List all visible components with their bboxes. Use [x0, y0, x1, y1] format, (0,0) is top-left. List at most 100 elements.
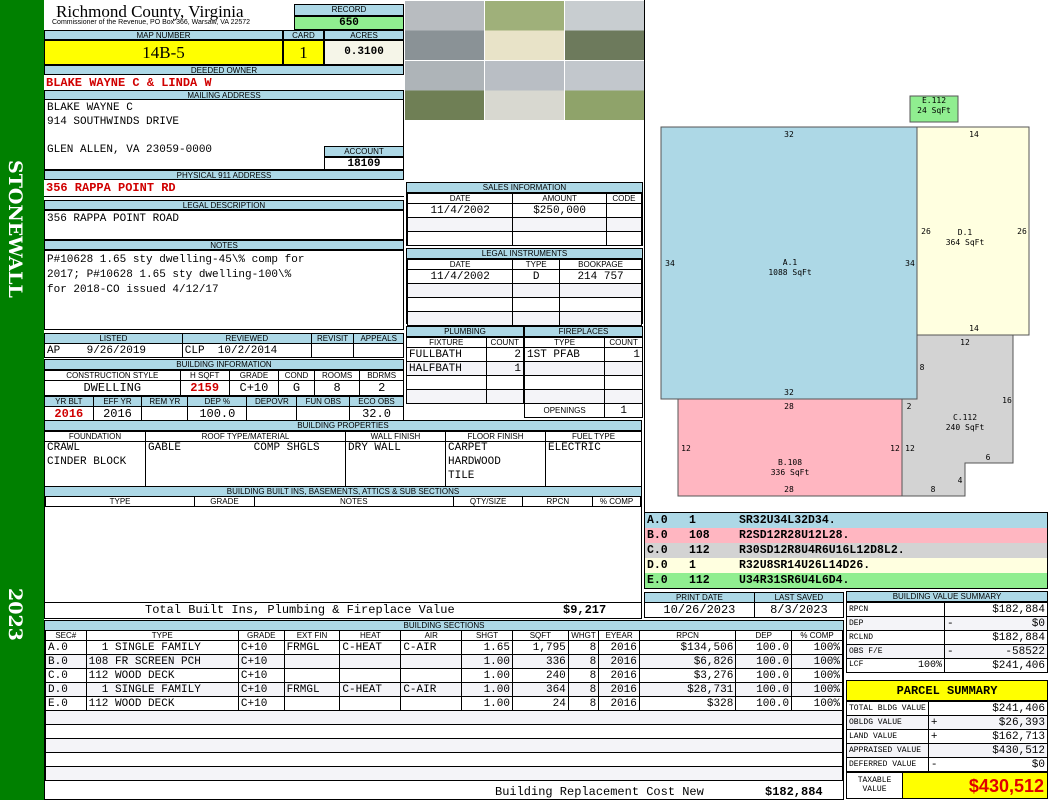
value-cell: 8 — [313, 380, 361, 396]
table-row: HALFBATH 1 — [406, 361, 525, 376]
table-cell — [406, 217, 514, 232]
code-field: 108 — [689, 529, 710, 542]
table-cell: 112 WOOD DECK — [85, 668, 239, 683]
property-photo[interactable] — [565, 61, 644, 120]
legal-label: LEGAL DESCRIPTION — [44, 200, 404, 210]
physical-address: 356 RAPPA POINT RD — [46, 181, 176, 195]
table-cell — [86, 766, 239, 781]
table-cell: FRMGL — [283, 682, 341, 697]
column-header: GRADE — [194, 496, 255, 507]
table-cell — [568, 710, 599, 725]
built-ins: BUILDING BUILT INS, BASEMENTS, ATTICS & … — [44, 486, 642, 619]
parcel-summary-label: OBLDG VALUE — [847, 715, 929, 730]
record-number: 650 — [294, 16, 404, 30]
parcel-summary-value: $162,713 — [942, 729, 1047, 744]
table-cell — [598, 766, 640, 781]
column-header: APPEALS — [353, 333, 404, 344]
summary-value: $182,884 — [958, 630, 1048, 645]
table-cell — [461, 766, 513, 781]
table-cell: C+10 — [237, 640, 285, 655]
note-line: 2017; P#10628 1.65 sty dwelling-100\% — [47, 269, 292, 281]
table-row: B.0 108 FR SCREEN PCH C+10 1.00 336 8 2016 $6,8… — [45, 654, 843, 669]
table-cell — [45, 752, 87, 767]
parcel-summary-sign — [927, 701, 943, 716]
table-cell: 1.00 — [461, 696, 513, 711]
table-cell — [639, 766, 736, 781]
dimension-label: 14 — [969, 130, 979, 139]
property-photo[interactable] — [485, 61, 564, 120]
map-label: MAP NUMBER — [44, 30, 283, 40]
table-cell — [400, 668, 463, 683]
table-row: A.0 1 SINGLE FAMILY C+10 FRMGL C-HEAT C-AIR 1… — [45, 640, 843, 655]
table-cell: C-AIR — [400, 682, 463, 697]
dimension-label: 14 — [969, 324, 979, 333]
plumbing: PLUMBING FIXTURE COUNT FULLBATH 2 HALFBATH 1 — [406, 326, 525, 404]
table-row — [406, 375, 525, 390]
parcel-summary-value: $0 — [942, 757, 1047, 772]
table-row: 1ST PFAB 1 — [523, 347, 643, 362]
listed: AP 9/26/2019 — [44, 343, 183, 358]
table-cell: 1.00 — [461, 668, 513, 683]
property-photo[interactable] — [565, 1, 644, 60]
table-cell — [512, 724, 569, 739]
column-header: GRADE — [237, 630, 285, 641]
table-cell — [791, 752, 843, 767]
table-cell — [339, 724, 401, 739]
table-cell — [45, 738, 87, 753]
table-cell — [339, 710, 401, 725]
table-cell: 336 — [511, 654, 569, 669]
column-header: QTY/SIZE — [452, 496, 524, 507]
table-cell: C-AIR — [400, 640, 463, 655]
column-header: COND — [278, 370, 315, 381]
area-id: B.108 — [778, 458, 802, 467]
area-id: E.112 — [922, 96, 946, 105]
table-cell: 112 WOOD DECK — [85, 696, 239, 711]
summary-label: RPCN — [846, 602, 945, 617]
table-cell: 1.00 — [461, 682, 513, 697]
table-cell — [406, 297, 514, 312]
table-cell — [598, 724, 640, 739]
column-header: RPCN — [522, 496, 594, 507]
table-cell: 100.0 — [735, 640, 793, 655]
owner-label: DEEDED OWNER — [44, 65, 404, 75]
column-header: YR BLT — [44, 396, 94, 407]
table-cell — [512, 217, 607, 232]
openings-count: 1 — [604, 403, 643, 418]
area-sqft: 24 SqFt — [917, 106, 951, 115]
table-cell — [604, 361, 643, 376]
column-header: DEPOVR — [246, 396, 298, 407]
table-cell: FRMGL — [283, 640, 341, 655]
table-cell — [461, 752, 513, 767]
table-cell: 2016 — [598, 696, 640, 711]
column-header: SHGT — [461, 630, 513, 641]
parcel-summary-sign — [927, 743, 943, 758]
table-cell: $28,731 — [638, 682, 737, 697]
table-cell — [283, 668, 341, 683]
table-cell: 1ST PFAB — [523, 347, 606, 362]
table-cell — [400, 752, 462, 767]
review-table: LISTED REVIEWED REVISIT APPEALS AP 9/26/201… — [44, 333, 404, 358]
building-info: BUILDING INFORMATION CONSTRUCTION STYLE H… — [44, 359, 404, 422]
table-cell — [598, 752, 640, 767]
property-photo[interactable] — [485, 1, 564, 60]
column-header: LISTED — [44, 333, 183, 344]
dimension-label: 34 — [905, 259, 915, 268]
table-cell — [523, 389, 606, 404]
table-cell — [512, 738, 569, 753]
value-cell: G — [278, 380, 315, 396]
table-row — [406, 311, 642, 326]
property-photo[interactable] — [405, 1, 484, 60]
table-cell — [512, 311, 561, 326]
table-cell: 100.0 — [735, 654, 793, 669]
wall-finish: DRY WALL — [348, 442, 401, 455]
table-cell — [339, 752, 401, 767]
table-cell — [283, 654, 341, 669]
table-cell — [406, 375, 487, 390]
table-cell: A.0 — [45, 640, 87, 655]
parcel-summary: PARCEL SUMMARY TOTAL BLDG VALUE $241,406 O… — [846, 680, 1048, 799]
table-cell — [598, 710, 640, 725]
property-photo[interactable] — [405, 61, 484, 120]
table-row — [406, 217, 643, 232]
building-value-summary: BUILDING VALUE SUMMARY RPCN $182,884 DEP - $0… — [846, 591, 1048, 673]
summary-sign — [944, 602, 959, 617]
